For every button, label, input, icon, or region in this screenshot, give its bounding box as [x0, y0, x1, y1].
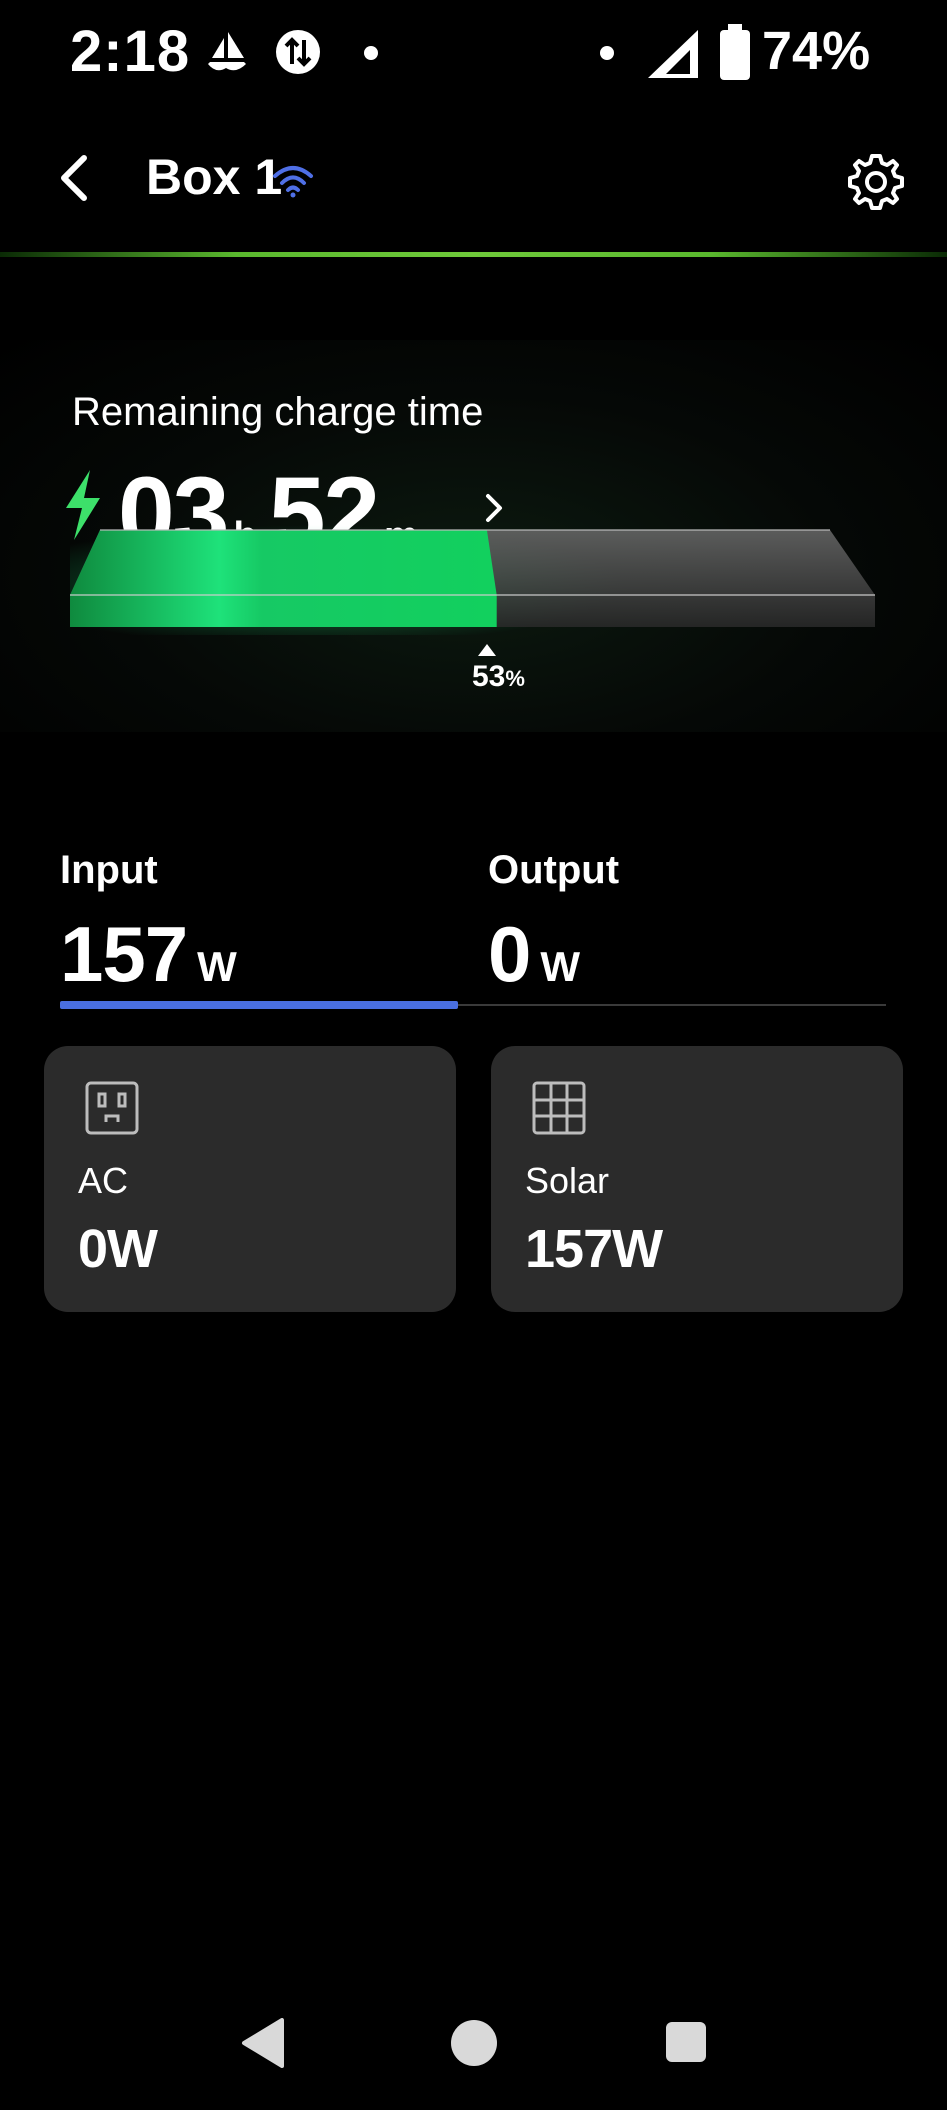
- remaining-charge-label: Remaining charge time: [72, 390, 484, 434]
- ac-source-card[interactable]: AC 0W: [44, 1046, 456, 1312]
- output-power-value: 0: [488, 910, 531, 998]
- solar-panel-icon: [532, 1081, 586, 1135]
- tab-output[interactable]: Output 0W: [488, 848, 886, 1000]
- solar-source-card[interactable]: Solar 157W: [491, 1046, 903, 1312]
- status-bar: 2:18 74%: [0, 0, 947, 110]
- chevron-right-icon[interactable]: [474, 488, 514, 528]
- battery-icon: [720, 24, 750, 80]
- level-marker-icon: [478, 644, 496, 656]
- status-time: 2:18: [70, 19, 191, 84]
- ac-source-value: 0W: [78, 1219, 158, 1279]
- battery-percent: 74%: [762, 21, 871, 81]
- battery-level-bar: [70, 525, 875, 635]
- input-power-unit: W: [197, 943, 237, 990]
- header-divider: [0, 252, 947, 257]
- solar-source-value: 157W: [525, 1219, 663, 1279]
- battery-percent-label: 53%: [472, 660, 525, 694]
- back-arrow-icon[interactable]: [48, 148, 108, 208]
- tab-output-label: Output: [488, 848, 620, 892]
- dot-icon: [364, 46, 378, 60]
- wifi-icon: [273, 166, 313, 198]
- battery-percent-value: 53: [472, 660, 506, 693]
- input-power-value: 157: [60, 910, 188, 998]
- signal-icon: [648, 30, 698, 78]
- tab-input[interactable]: Input 157 W: [60, 848, 458, 1000]
- tab-active-indicator: [60, 1001, 458, 1009]
- solar-source-label: Solar: [525, 1160, 610, 1201]
- gear-icon[interactable]: [846, 152, 906, 212]
- page-title: Box 1: [146, 149, 283, 205]
- battery-percent-unit: %: [505, 666, 525, 691]
- nav-home-icon[interactable]: [451, 2020, 497, 2066]
- battery-bar-fill: [70, 530, 497, 627]
- nav-back-icon[interactable]: [240, 2018, 284, 2068]
- sailing-icon: [208, 32, 246, 71]
- data-sync-icon: [276, 30, 320, 74]
- dot-icon: [600, 46, 614, 60]
- ac-source-label: AC: [78, 1160, 129, 1201]
- tab-input-label: Input: [60, 848, 158, 892]
- ac-outlet-icon: [85, 1081, 139, 1135]
- nav-recents-icon[interactable]: [666, 2022, 706, 2062]
- output-power-unit: W: [540, 943, 581, 990]
